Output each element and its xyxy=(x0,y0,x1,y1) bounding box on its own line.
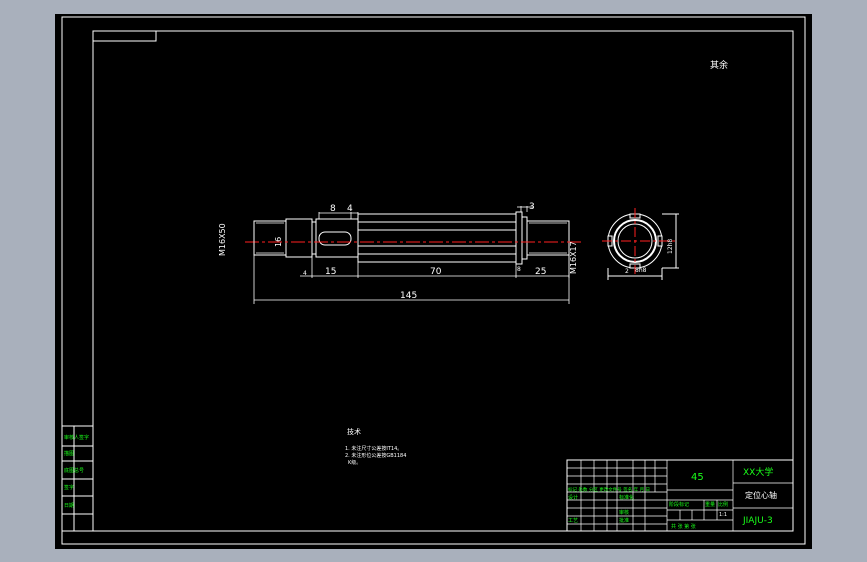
collar xyxy=(515,211,523,265)
tb-row-process: 工艺 xyxy=(568,518,578,524)
notes-line1: 1. 未注尺寸公差按IT14。 xyxy=(345,445,402,452)
section-dim-b: 12h8 xyxy=(667,239,674,254)
tb-drawing-no: JIAJU-3 xyxy=(742,516,773,526)
section-dim-c: 2 xyxy=(625,268,629,275)
title-block: 标记 处数 分区 更改文件号 签名 年 月 日 设计 标准化 审核 批准 工艺 … xyxy=(566,459,794,532)
dim-15: 15 xyxy=(325,267,336,277)
tb-sheet-label: 共 张 第 张 xyxy=(671,523,696,530)
drawing-canvas: 其余 M16X50 16 8 4 3 15 70 25 4 8 145 M16X… xyxy=(61,16,806,545)
side-cell-1: 审核人签字 xyxy=(64,434,89,441)
section-dim-a: 8h8 xyxy=(635,267,647,274)
tb-row-check: 审核 xyxy=(619,509,629,516)
shaft-main-view xyxy=(253,211,570,265)
notes-line2: 2. 未注形位公差按GB1184 xyxy=(345,452,406,459)
inner-frame xyxy=(92,30,794,532)
dim-groove: 3 xyxy=(529,202,535,212)
tb-part-name: 定位心轴 xyxy=(745,490,777,500)
tb-scale-label: 比例 xyxy=(718,501,728,508)
side-cell-3: 底图总号 xyxy=(64,467,84,474)
cad-viewport[interactable]: 其余 M16X50 16 8 4 3 15 70 25 4 8 145 M16X… xyxy=(55,14,812,549)
notes-title: 技术 xyxy=(347,427,361,436)
corner-box xyxy=(92,30,157,42)
keyway-slot xyxy=(318,231,352,246)
main-cylinder xyxy=(357,213,517,263)
roughness-note: 其余 xyxy=(710,59,728,71)
dim-dia-left: 16 xyxy=(274,237,283,247)
notes-line3: K级。 xyxy=(348,459,361,466)
tb-scale-value: 1:1 xyxy=(719,512,727,518)
dim-4: 4 xyxy=(303,270,307,277)
side-cell-2: 描图 xyxy=(64,450,74,457)
slot-body xyxy=(315,218,359,258)
tb-row-standard: 标准化 xyxy=(619,494,634,501)
right-thread-section xyxy=(526,220,570,256)
dim-25: 25 xyxy=(535,267,546,277)
side-cell-5: 日期 xyxy=(64,503,74,509)
technical-notes: 技术 1. 未注尺寸公差按IT14。 2. 未注形位公差按GB1184 K级。 xyxy=(345,427,406,466)
dim-8: 8 xyxy=(517,266,521,273)
dim-thread-left: M16X50 xyxy=(218,223,227,256)
dim-total: 145 xyxy=(400,291,417,301)
sheet-border xyxy=(61,16,806,545)
tb-material: 45 xyxy=(691,472,704,483)
tb-school: XX大学 xyxy=(743,466,773,478)
tb-stage-label: 阶段标记 xyxy=(669,501,689,508)
tb-row-design: 设计 xyxy=(568,494,578,501)
tb-header-cells: 标记 处数 分区 更改文件号 签名 年 月 日 xyxy=(568,486,650,493)
shoulder xyxy=(285,218,313,258)
dim-slot-offset: 4 xyxy=(347,204,353,214)
dim-70: 70 xyxy=(430,267,442,277)
tb-weight-label: 重量 xyxy=(705,501,715,508)
tb-row-approve: 批准 xyxy=(619,517,629,524)
dim-thread-right: M16X17 xyxy=(569,241,578,274)
dim-slot-width: 8 xyxy=(330,204,336,214)
side-cell-4: 签字 xyxy=(64,484,74,491)
side-block: 审核人签字 描图 底图总号 签字 日期 xyxy=(61,425,94,532)
